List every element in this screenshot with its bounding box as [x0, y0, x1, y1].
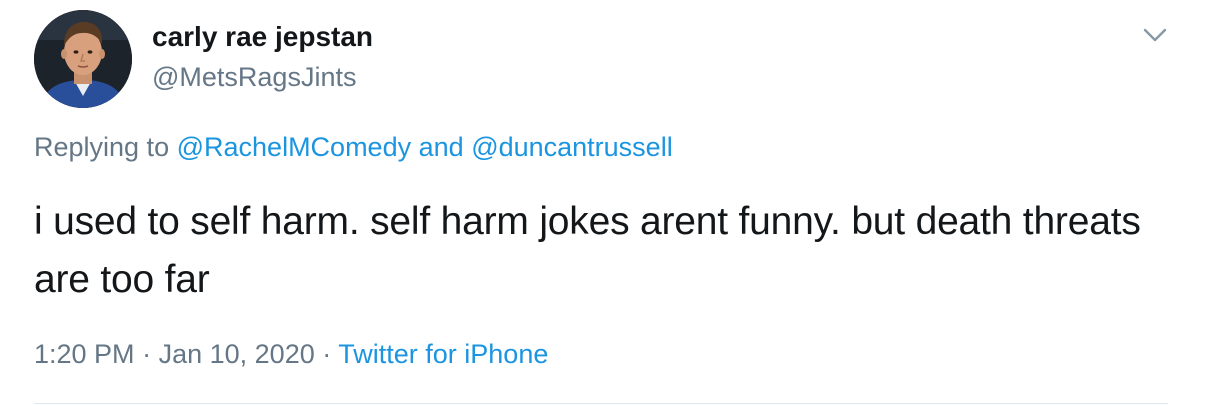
author-display-name[interactable]: carly rae jepstan — [152, 21, 373, 53]
tweet-source-link[interactable]: Twitter for iPhone — [338, 339, 548, 369]
tweet-date[interactable]: Jan 10, 2020 — [159, 339, 315, 369]
tweet-meta: 1:20 PM · Jan 10, 2020 · Twitter for iPh… — [34, 339, 548, 370]
reply-prefix: Replying to — [34, 132, 170, 162]
author-handle[interactable]: @MetsRagsJints — [152, 62, 356, 93]
meta-separator: · — [322, 339, 332, 369]
tweet-text: i used to self harm. self harm jokes are… — [34, 200, 1141, 301]
reply-conjunction[interactable]: and — [419, 132, 464, 162]
tweet-card: carly rae jepstan @MetsRagsJints Replyin… — [0, 0, 1210, 406]
chevron-down-icon[interactable] — [1140, 24, 1170, 46]
reply-context: Replying to @RachelMComedy and @duncantr… — [34, 132, 673, 163]
profile-photo — [34, 10, 132, 108]
avatar[interactable] — [34, 10, 132, 108]
meta-separator: · — [142, 339, 152, 369]
reply-mention-duncantrussell[interactable]: @duncantrussell — [471, 132, 673, 162]
reply-mention-rachelmcomedy[interactable]: @RachelMComedy — [177, 132, 411, 162]
divider — [34, 403, 1168, 404]
tweet-time[interactable]: 1:20 PM — [34, 339, 135, 369]
